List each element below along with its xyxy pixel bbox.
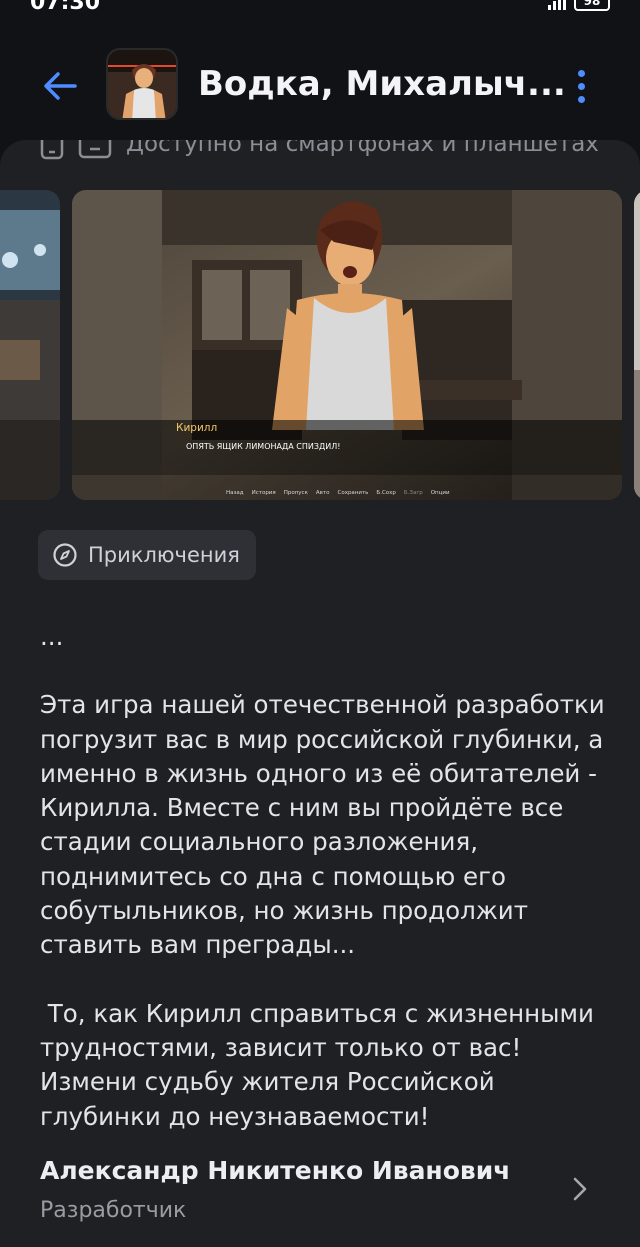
description-ellipsis: ... (40, 622, 64, 651)
quick-menu-item: Пропуск (283, 490, 308, 496)
game-description: ... Эта игра нашей отечественной разработ… (40, 620, 610, 1134)
quick-menu-item: Б.Сохр (376, 490, 396, 496)
quick-menu-item: Опции (430, 490, 450, 496)
genre-chip[interactable]: Приключения (38, 530, 256, 580)
screenshot-thumbnail[interactable] (0, 190, 60, 500)
screenshot-thumbnail[interactable] (634, 190, 640, 500)
genre-label: Приключения (88, 543, 240, 567)
more-vertical-icon (577, 69, 585, 77)
screenshot-carousel[interactable]: Кирилл ОПЯТЬ ЯЩИК ЛИМОНАДА СПИЗДИЛ! Наза… (0, 190, 640, 500)
quick-menu-item: История (251, 490, 276, 496)
dialog-speaker: Кирилл (176, 422, 218, 434)
game-quick-menu: Назад История Пропуск Авто Сохранить Б.С… (226, 490, 450, 496)
compass-icon (53, 543, 77, 567)
smartphone-icon (40, 140, 64, 160)
arrow-left-icon (44, 72, 77, 100)
status-icons: 98 (548, 0, 610, 11)
details-sheet: Доступно на смартфонах и планшетах Кирил… (0, 140, 640, 1247)
developer-row[interactable]: Александр Никитенко Иванович Разработчик (40, 1150, 600, 1240)
chevron-right-icon (573, 1177, 587, 1201)
developer-name: Александр Никитенко Иванович (40, 1156, 511, 1185)
screenshot-main[interactable]: Кирилл ОПЯТЬ ЯЩИК ЛИМОНАДА СПИЗДИЛ! Наза… (72, 190, 622, 500)
app-title: Водка, Михалыч... (198, 64, 566, 104)
signal-icon (548, 0, 566, 10)
back-button[interactable] (36, 62, 84, 110)
app-bar: Водка, Михалыч... (0, 30, 640, 140)
quick-menu-item: Сохранить (337, 490, 369, 496)
status-bar: 07:30 98 (0, 0, 640, 14)
developer-role: Разработчик (40, 1198, 187, 1223)
app-icon (106, 48, 178, 120)
battery-icon: 98 (574, 0, 610, 11)
tablet-icon (78, 140, 112, 159)
dialog-line: ОПЯТЬ ЯЩИК ЛИМОНАДА СПИЗДИЛ! (186, 442, 341, 451)
description-paragraph: Эта игра нашей отечественной разработки … (40, 690, 613, 960)
quick-menu-item: Б.Загр (403, 490, 423, 496)
quick-menu-item: Назад (226, 490, 244, 496)
description-paragraph: То, как Кирилл справиться с жизненными т… (40, 998, 602, 1131)
availability-text: Доступно на смартфонах и планшетах (126, 140, 599, 157)
more-options-button[interactable] (566, 62, 596, 110)
availability-row: Доступно на смартфонах и планшетах (40, 140, 599, 160)
status-time: 07:30 (30, 0, 101, 14)
quick-menu-item: Авто (315, 490, 330, 496)
